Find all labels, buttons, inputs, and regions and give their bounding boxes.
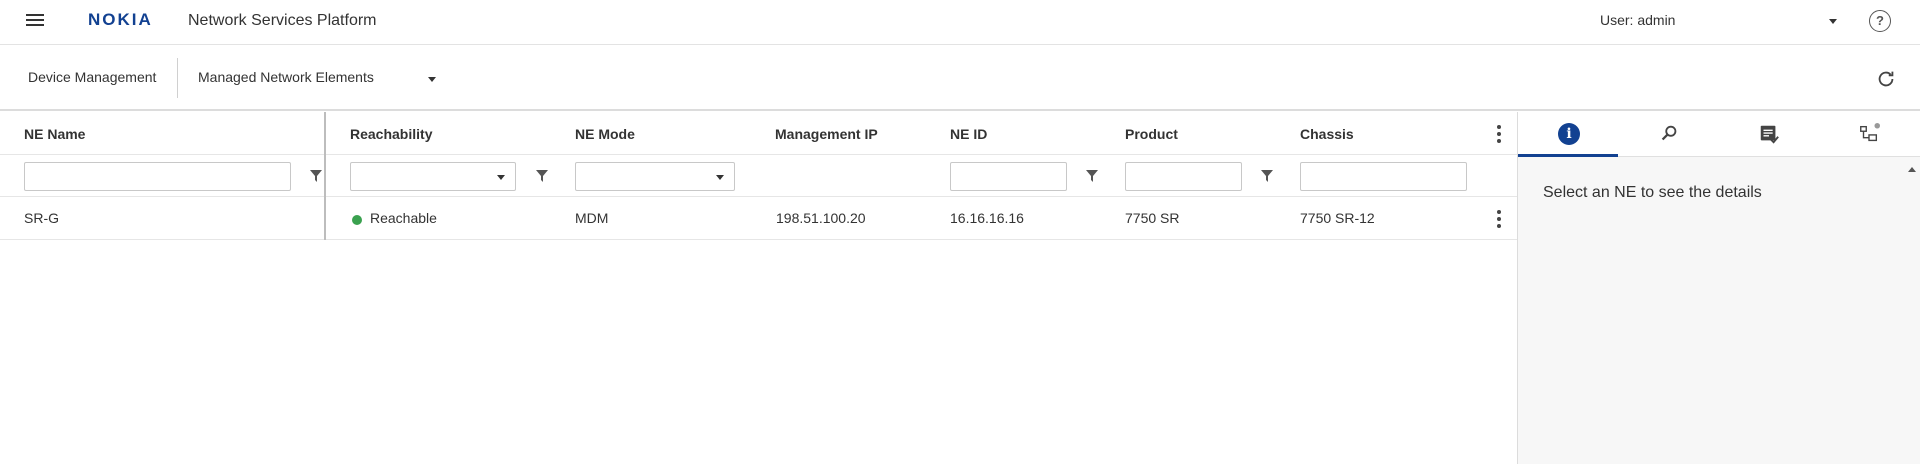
details-panel-tabs: i bbox=[1518, 112, 1920, 157]
help-circle-icon[interactable]: ? bbox=[1869, 10, 1891, 32]
app-title: Network Services Platform bbox=[188, 12, 377, 29]
table-row[interactable]: SR-G Reachable MDM 198.51.100.20 16.16.1… bbox=[0, 198, 1517, 240]
tab-search[interactable] bbox=[1618, 112, 1718, 157]
nokia-logo: NOKIA bbox=[88, 10, 153, 29]
filter-funnel-icon[interactable] bbox=[1086, 170, 1098, 182]
chassis-filter-input[interactable] bbox=[1300, 162, 1467, 191]
tab-topology[interactable] bbox=[1818, 112, 1918, 157]
chevron-down-icon bbox=[497, 175, 505, 180]
cell-ne-id: 16.16.16.16 bbox=[950, 210, 1024, 226]
column-header-product[interactable]: Product bbox=[1125, 126, 1178, 142]
details-panel: i Select an NE to see the details bbox=[1517, 112, 1920, 464]
column-header-management-ip[interactable]: Management IP bbox=[775, 126, 878, 142]
view-selector-caret-icon[interactable] bbox=[428, 77, 436, 82]
checklist-icon bbox=[1760, 125, 1779, 144]
cell-ne-mode: MDM bbox=[575, 210, 609, 226]
column-header-ne-name[interactable]: NE Name bbox=[24, 126, 85, 142]
refresh-icon[interactable] bbox=[1875, 68, 1897, 90]
info-icon: i bbox=[1558, 123, 1580, 145]
search-icon bbox=[1661, 125, 1677, 141]
hamburger-icon[interactable] bbox=[26, 14, 44, 28]
tab-checklist[interactable] bbox=[1718, 112, 1818, 157]
user-menu[interactable]: User: admin bbox=[1600, 12, 1675, 28]
pinned-column-divider[interactable] bbox=[324, 112, 326, 240]
column-header-reachability[interactable]: Reachability bbox=[350, 126, 432, 142]
column-menu-kebab-icon[interactable] bbox=[1497, 125, 1501, 143]
ne-mode-filter-select[interactable] bbox=[575, 162, 735, 191]
ne-name-filter-input[interactable] bbox=[24, 162, 291, 191]
filter-row bbox=[0, 156, 1517, 197]
cell-management-ip: 198.51.100.20 bbox=[776, 210, 866, 226]
cell-product: 7750 SR bbox=[1125, 210, 1180, 226]
column-header-ne-id[interactable]: NE ID bbox=[950, 126, 987, 142]
cell-chassis: 7750 SR-12 bbox=[1300, 210, 1375, 226]
column-header-ne-mode[interactable]: NE Mode bbox=[575, 126, 635, 142]
filter-funnel-icon[interactable] bbox=[1261, 170, 1273, 182]
scroll-up-arrow-icon[interactable] bbox=[1908, 167, 1916, 172]
ne-id-filter-input[interactable] bbox=[950, 162, 1067, 191]
ne-table: NE Name Reachability NE Mode Management … bbox=[0, 112, 1517, 464]
status-reachable-icon bbox=[352, 215, 362, 225]
chevron-down-icon bbox=[716, 175, 724, 180]
topology-icon bbox=[1860, 123, 1880, 142]
table-header: NE Name Reachability NE Mode Management … bbox=[0, 112, 1517, 155]
column-header-chassis[interactable]: Chassis bbox=[1300, 126, 1354, 142]
toolbar: Device Management Managed Network Elemen… bbox=[0, 46, 1920, 111]
filter-funnel-icon[interactable] bbox=[536, 170, 548, 182]
user-menu-caret-icon[interactable] bbox=[1829, 19, 1837, 24]
reachability-filter-select[interactable] bbox=[350, 162, 516, 191]
breadcrumb-device-management[interactable]: Device Management bbox=[28, 69, 156, 85]
cell-reachability: Reachable bbox=[370, 210, 437, 226]
product-filter-input[interactable] bbox=[1125, 162, 1242, 191]
cell-ne-name: SR-G bbox=[24, 210, 59, 226]
details-empty-message: Select an NE to see the details bbox=[1543, 184, 1762, 201]
filter-funnel-icon[interactable] bbox=[310, 170, 322, 182]
view-selector[interactable]: Managed Network Elements bbox=[198, 69, 374, 85]
row-menu-kebab-icon[interactable] bbox=[1497, 210, 1501, 228]
app-header: NOKIA Network Services Platform User: ad… bbox=[0, 0, 1920, 45]
breadcrumb-separator bbox=[177, 58, 178, 98]
tab-info[interactable]: i bbox=[1518, 112, 1618, 157]
